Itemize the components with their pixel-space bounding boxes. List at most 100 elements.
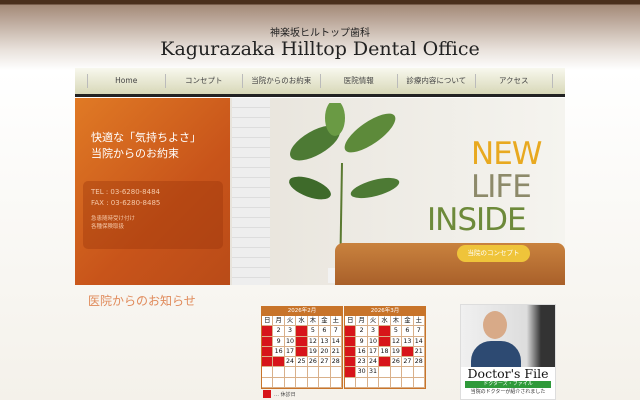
nav-home[interactable]: Home [87, 74, 165, 88]
promise-panel: 快適な「気持ちよさ」 当院からのお約束 TEL : 03-6280-8484 FA… [75, 98, 230, 285]
calendar-day: 19 [307, 346, 320, 358]
calendar-day: 18 [379, 346, 391, 358]
headline-word: INSIDE [427, 202, 527, 238]
calendar-day: 17 [367, 346, 380, 358]
calendar-day: 12 [390, 336, 403, 347]
nav-concept[interactable]: コンセプト [164, 74, 243, 88]
calendar-empty-cell [284, 377, 297, 389]
calendar-day: 3 [284, 326, 297, 337]
weekday-header: 木 [307, 316, 320, 327]
contact-box: TEL : 03-6280-8484 FAX : 03-6280-8485 急患… [83, 181, 223, 249]
calendar-empty-cell [273, 377, 285, 389]
calendar-day-closed: 11 [296, 336, 308, 347]
calendar-empty-cell [262, 377, 274, 389]
calendar-day: 5 [390, 326, 403, 337]
calendar-day: 19 [390, 346, 403, 358]
calendar-empty-cell [296, 367, 308, 378]
calendar-empty-cell [307, 377, 320, 389]
calendar-day: 9 [356, 336, 368, 347]
weekday-header: 土 [330, 316, 342, 327]
calendar-empty-cell [330, 377, 342, 389]
calendar-empty-cell [402, 367, 414, 378]
calendar-empty-cell [345, 377, 357, 389]
headline-word: NEW [471, 136, 542, 172]
calendar-title: 2026年2月 [262, 307, 342, 316]
calendar-day: 25 [296, 357, 308, 368]
calendar-day-closed: 23 [273, 357, 285, 368]
weekday-header: 月 [273, 316, 285, 327]
calendar-mar: 2026年3月 日月火水木金土 1 2 3 4 5 6 7 8 9 10 11 12 13 14 15 16 17… [344, 306, 426, 390]
calendar-day: 16 [273, 346, 285, 358]
calendar-empty-cell [307, 367, 320, 378]
calendar-day: 2 [273, 326, 285, 337]
calendar-day: 6 [319, 326, 331, 337]
site-logo-title[interactable]: Kagurazaka Hilltop Dental Office [0, 38, 640, 60]
calendar-day: 27 [319, 357, 331, 368]
calendar-empty-cell [284, 367, 297, 378]
catch-line-1: 快適な「気持ちよさ」 [91, 131, 201, 144]
calendar-empty-cell [402, 377, 414, 389]
calendar-empty-cell [319, 377, 331, 389]
calendar-day-closed: 11 [379, 336, 391, 347]
tel-number: TEL : 03-6280-8484 [91, 188, 160, 196]
calendar-day: 10 [367, 336, 380, 347]
calendar-day: 27 [402, 357, 414, 368]
weekday-header: 水 [379, 316, 391, 327]
calendar-day: 7 [413, 326, 425, 337]
weekday-header: 日 [345, 316, 357, 327]
calendar-empty-cell [379, 367, 391, 378]
calendar-day: 5 [307, 326, 320, 337]
note-emergency: 急患随時受け付け [91, 216, 136, 222]
main-nav: Home コンセプト 当院からのお約束 医院情報 診療内容について アクセス [75, 68, 565, 97]
weekday-header: 土 [413, 316, 425, 327]
doctors-file-banner[interactable]: Doctor's File ドクターズ・ファイル 当院のドクターが紹介されました [460, 304, 556, 400]
calendar-day-closed: 8 [262, 336, 274, 347]
calendar-day-closed: 25 [379, 357, 391, 368]
weekday-header: 火 [367, 316, 380, 327]
calendar-day-closed: 4 [379, 326, 391, 337]
calendar-day: 30 [356, 367, 368, 378]
weekday-header: 火 [284, 316, 297, 327]
legend-label: … 休診日 [274, 391, 296, 398]
calendar-day: 26 [390, 357, 403, 368]
calendar-day-closed: 8 [345, 336, 357, 347]
concept-button[interactable]: 当院のコンセプト [457, 245, 530, 262]
doctors-file-caption: 当院のドクターが紹介されました [470, 389, 546, 395]
weekday-header: 金 [319, 316, 331, 327]
calendar-day: 31 [367, 367, 380, 378]
calendar-day: 13 [319, 336, 331, 347]
calendar-day: 17 [284, 346, 297, 358]
calendar-day: 28 [413, 357, 425, 368]
nav-promise[interactable]: 当院からのお約束 [242, 74, 320, 88]
nav-treatment[interactable]: 診療内容について [397, 74, 475, 88]
nav-access[interactable]: アクセス [474, 74, 553, 88]
site-name-jp: 神楽坂ヒルトップ歯科 [270, 28, 370, 39]
nav-clinic-info[interactable]: 医院情報 [319, 74, 398, 88]
calendar-empty-cell [356, 377, 368, 389]
weekday-header: 月 [356, 316, 368, 327]
calendar-empty-cell [319, 367, 331, 378]
closed-swatch [263, 390, 271, 398]
calendar-day: 16 [356, 346, 368, 358]
calendar-day: 14 [413, 336, 425, 347]
calendar-day-closed: 22 [345, 357, 357, 368]
calendar-feb: 2026年2月 日月火水木金土 1 2 3 4 5 6 7 8 9 10 11 12 13 14 15 16 17… [261, 306, 343, 390]
calendar-day: 10 [284, 336, 297, 347]
weekday-header: 金 [402, 316, 414, 327]
calendar-day: 7 [330, 326, 342, 337]
note-insurance: 各種保険取扱 [91, 224, 125, 230]
calendar-day-closed: 22 [262, 357, 274, 368]
calendar-day: 24 [284, 357, 297, 368]
doctors-file-logo: Doctor's File [467, 366, 549, 381]
calendar-day-closed: 1 [262, 326, 274, 337]
calendar-empty-cell [379, 377, 391, 389]
calendar-day-closed: 1 [345, 326, 357, 337]
calendar-empty-cell [413, 377, 425, 389]
calendar-empty-cell [273, 367, 285, 378]
calendar-empty-cell [390, 367, 403, 378]
news-heading: 医院からのお知らせ [88, 294, 196, 308]
calendar-empty-cell [413, 367, 425, 378]
calendar-day: 2 [356, 326, 368, 337]
calendar-day-closed: 4 [296, 326, 308, 337]
calendar-day-closed: 18 [296, 346, 308, 358]
